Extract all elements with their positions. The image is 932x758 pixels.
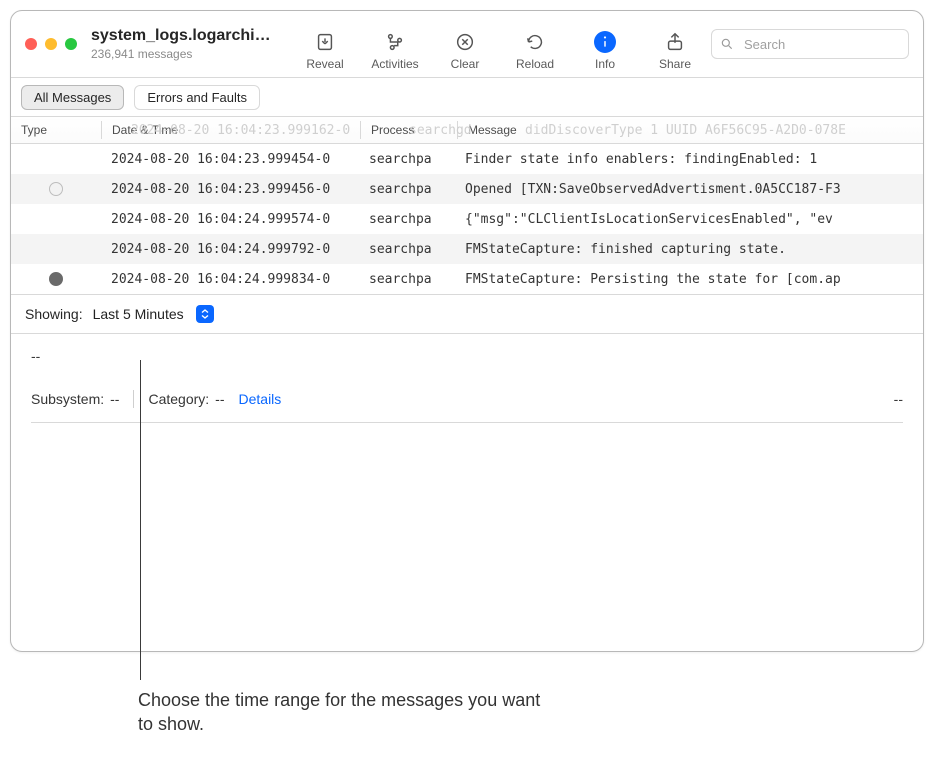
reload-icon — [524, 31, 546, 53]
toolbar: system_logs.logarchi… 236,941 messages R… — [11, 11, 923, 78]
showing-bar: Showing: Last 5 Minutes — [11, 294, 923, 334]
table-header: 2024-08-20 16:04:23.999162-0 searchgd di… — [11, 117, 923, 144]
reload-button[interactable]: Reload — [511, 31, 559, 71]
callout-text: Choose the time range for the messages y… — [138, 688, 558, 737]
cell-datetime: 2024-08-20 16:04:24.999574-0 — [101, 212, 359, 227]
clear-icon — [454, 31, 476, 53]
table-row[interactable]: 2024-08-20 16:04:24.999574-0 searchpa {"… — [11, 204, 923, 234]
col-message[interactable]: Message — [458, 123, 923, 137]
window-controls — [25, 11, 91, 77]
info-icon — [594, 31, 616, 53]
subsystem-value: -- — [110, 391, 119, 407]
cell-process: searchpa — [359, 212, 455, 227]
detail-placeholder: -- — [31, 348, 903, 364]
info-label: Info — [595, 57, 615, 71]
cell-datetime: 2024-08-20 16:04:23.999456-0 — [101, 182, 359, 197]
detail-divider — [31, 422, 903, 423]
time-range-select[interactable]: Last 5 Minutes — [93, 305, 214, 323]
table-row[interactable]: 2024-08-20 16:04:24.999834-0 searchpa FM… — [11, 264, 923, 294]
activities-label: Activities — [371, 57, 418, 71]
window-subtitle: 236,941 messages — [91, 47, 271, 61]
table-row[interactable]: 2024-08-20 16:04:23.999456-0 searchpa Op… — [11, 174, 923, 204]
type-dot-icon — [49, 272, 63, 286]
table-row[interactable]: 2024-08-20 16:04:24.999792-0 searchpa FM… — [11, 234, 923, 264]
subsystem-label: Subsystem: — [31, 391, 104, 407]
reveal-icon — [314, 31, 336, 53]
title-block: system_logs.logarchi… 236,941 messages — [91, 11, 283, 77]
tab-all-messages[interactable]: All Messages — [21, 85, 124, 110]
cell-process: searchpa — [359, 242, 455, 257]
reload-label: Reload — [516, 57, 554, 71]
cell-process: searchpa — [359, 272, 455, 287]
reveal-button[interactable]: Reveal — [301, 31, 349, 71]
cell-datetime: 2024-08-20 16:04:23.999454-0 — [101, 152, 359, 167]
window-title: system_logs.logarchi… — [91, 27, 271, 45]
minimize-icon[interactable] — [45, 38, 57, 50]
time-range-value: Last 5 Minutes — [93, 306, 184, 322]
col-datetime[interactable]: Date & Time — [102, 123, 360, 137]
cell-datetime: 2024-08-20 16:04:24.999834-0 — [101, 272, 359, 287]
share-button[interactable]: Share — [651, 31, 699, 71]
zoom-icon[interactable] — [65, 38, 77, 50]
category-value: -- — [215, 391, 224, 407]
search-field[interactable] — [711, 29, 909, 59]
tab-errors-and-faults[interactable]: Errors and Faults — [134, 85, 260, 110]
scope-bar: All Messages Errors and Faults — [11, 78, 923, 117]
cell-process: searchpa — [359, 152, 455, 167]
divider — [133, 390, 134, 408]
col-type[interactable]: Type — [11, 123, 101, 137]
cell-message: FMStateCapture: finished capturing state… — [455, 242, 923, 257]
detail-meta: Subsystem: -- Category: -- Details -- — [31, 390, 903, 408]
cell-datetime: 2024-08-20 16:04:24.999792-0 — [101, 242, 359, 257]
type-dot-icon — [49, 182, 63, 196]
showing-label: Showing: — [25, 306, 83, 322]
callout-leader — [140, 360, 141, 680]
cell-message: Finder state info enablers: findingEnabl… — [455, 152, 923, 167]
activities-icon — [384, 31, 406, 53]
details-link[interactable]: Details — [239, 391, 282, 407]
category-label: Category: — [148, 391, 209, 407]
share-icon — [664, 31, 686, 53]
cell-process: searchpa — [359, 182, 455, 197]
console-window: system_logs.logarchi… 236,941 messages R… — [10, 10, 924, 652]
share-label: Share — [659, 57, 691, 71]
clear-button[interactable]: Clear — [441, 31, 489, 71]
close-icon[interactable] — [25, 38, 37, 50]
cell-message: {"msg":"CLClientIsLocationServicesEnable… — [455, 212, 923, 227]
reveal-label: Reveal — [306, 57, 343, 71]
updown-icon — [196, 305, 214, 323]
search-icon — [720, 37, 734, 51]
col-process[interactable]: Process — [361, 123, 457, 137]
toolbar-items: Reveal Activities Clear Reload — [301, 11, 699, 77]
search-input[interactable] — [742, 36, 922, 53]
info-button[interactable]: Info — [581, 31, 629, 71]
cell-message: Opened [TXN:SaveObservedAdvertisment.0A5… — [455, 182, 923, 197]
table-row[interactable]: 2024-08-20 16:04:23.999454-0 searchpa Fi… — [11, 144, 923, 174]
log-rows: 2024-08-20 16:04:23.999454-0 searchpa Fi… — [11, 144, 923, 294]
cell-message: FMStateCapture: Persisting the state for… — [455, 272, 923, 287]
detail-right-dash: -- — [894, 391, 903, 407]
clear-label: Clear — [451, 57, 480, 71]
detail-pane: -- Subsystem: -- Category: -- Details -- — [11, 334, 923, 651]
activities-button[interactable]: Activities — [371, 31, 419, 71]
